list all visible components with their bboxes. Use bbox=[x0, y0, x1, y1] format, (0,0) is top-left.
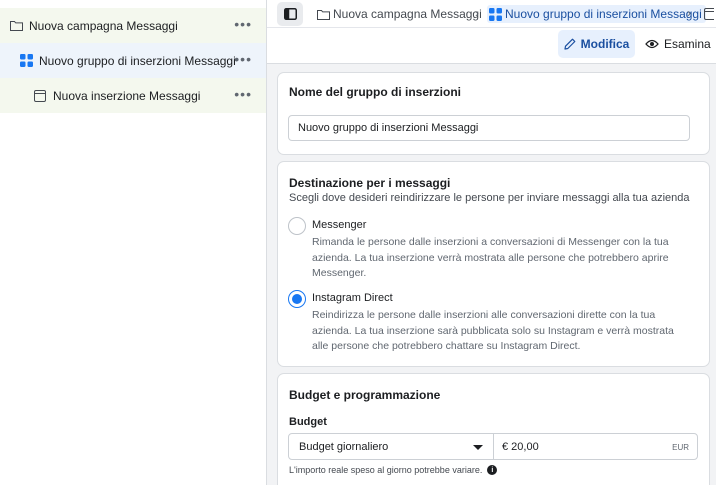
budget-note: L'importo reale speso al giorno potrebbe… bbox=[289, 465, 498, 475]
instagram-direct-radio[interactable] bbox=[288, 290, 306, 308]
ad-page-icon bbox=[33, 89, 47, 103]
tree-item-campaign[interactable]: Nuova campagna Messaggi ••• bbox=[0, 8, 266, 43]
caret-down-icon bbox=[473, 445, 483, 450]
campaign-tree-panel: Nuova campagna Messaggi ••• Nuovo gruppo… bbox=[0, 0, 267, 485]
destination-title: Destinazione per i messaggi bbox=[289, 176, 451, 190]
editor-panel: Nuova campagna Messaggi › Nuovo gruppo d… bbox=[267, 0, 716, 485]
currency-label: EUR bbox=[672, 443, 689, 452]
tree-item-label: Nuova campagna Messaggi bbox=[29, 18, 178, 33]
chevron-right-icon: › bbox=[475, 6, 479, 20]
more-options-icon[interactable]: ••• bbox=[234, 52, 252, 66]
folder-icon bbox=[9, 19, 23, 33]
breadcrumb-campaign-label: Nuova campagna Messaggi bbox=[333, 7, 482, 21]
action-bar: Modifica Esamina bbox=[267, 28, 716, 64]
budget-type-value: Budget giornaliero bbox=[299, 440, 389, 453]
breadcrumb: Nuova campagna Messaggi › Nuovo gruppo d… bbox=[267, 0, 716, 28]
review-button[interactable]: Esamina bbox=[645, 30, 711, 58]
budget-amount-input[interactable]: € 20,00 EUR bbox=[493, 433, 698, 460]
breadcrumb-adset[interactable]: Nuovo gruppo di inserzioni Messaggi bbox=[487, 5, 706, 23]
breadcrumb-campaign[interactable]: Nuova campagna Messaggi bbox=[317, 5, 482, 23]
budget-type-select[interactable]: Budget giornaliero bbox=[288, 433, 494, 460]
eye-icon bbox=[645, 39, 659, 49]
sidebar-toggle-icon[interactable] bbox=[277, 2, 303, 26]
instagram-direct-description: Reindirizza le persone dalle inserzioni … bbox=[312, 309, 674, 352]
budget-schedule-title: Budget e programmazione bbox=[289, 388, 441, 402]
tree-item-ad[interactable]: Nuova inserzione Messaggi ••• bbox=[0, 78, 266, 113]
budget-note-text: L'importo reale speso al giorno potrebbe… bbox=[289, 465, 483, 475]
adset-name-input[interactable] bbox=[288, 115, 690, 141]
adset-name-card: Nome del gruppo di inserzioni bbox=[277, 72, 710, 155]
edit-button-label: Modifica bbox=[580, 37, 630, 51]
destination-subtitle: Scegli dove desideri reindirizzare le pe… bbox=[289, 192, 690, 204]
instagram-direct-label: Instagram Direct bbox=[312, 292, 393, 304]
tree-item-adset[interactable]: Nuovo gruppo di inserzioni Messaggi ••• bbox=[0, 43, 266, 78]
more-options-icon[interactable]: ••• bbox=[234, 87, 252, 101]
ad-page-icon[interactable] bbox=[704, 8, 716, 23]
pencil-icon bbox=[564, 38, 576, 50]
grid-icon bbox=[19, 54, 33, 68]
review-button-label: Esamina bbox=[664, 37, 711, 51]
message-destination-card: Destinazione per i messaggi Scegli dove … bbox=[277, 161, 710, 367]
chevron-right-icon: › bbox=[687, 6, 691, 20]
budget-label: Budget bbox=[289, 416, 327, 428]
budget-amount-value: € 20,00 bbox=[502, 440, 539, 453]
edit-button[interactable]: Modifica bbox=[558, 30, 635, 58]
budget-schedule-card: Budget e programmazione Budget Budget gi… bbox=[277, 373, 710, 485]
more-options-icon[interactable]: ••• bbox=[234, 17, 252, 31]
adset-name-title: Nome del gruppo di inserzioni bbox=[289, 85, 462, 99]
grid-icon bbox=[489, 7, 502, 21]
tree-item-label: Nuovo gruppo di inserzioni Messaggi bbox=[39, 53, 236, 68]
folder-icon bbox=[317, 9, 330, 20]
messenger-radio[interactable] bbox=[288, 217, 306, 235]
tree-item-label: Nuova inserzione Messaggi bbox=[53, 88, 201, 103]
breadcrumb-adset-label: Nuovo gruppo di inserzioni Messaggi bbox=[505, 7, 702, 21]
messenger-label: Messenger bbox=[312, 219, 367, 231]
info-icon[interactable]: i bbox=[487, 465, 498, 475]
messenger-description: Rimanda le persone dalle inserzioni a co… bbox=[312, 236, 669, 279]
